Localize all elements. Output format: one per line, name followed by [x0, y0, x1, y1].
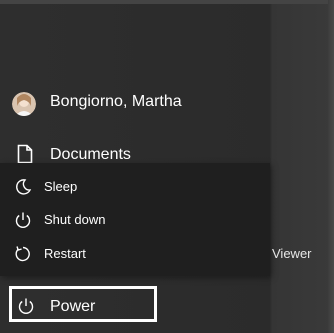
restart-icon — [14, 245, 32, 263]
power-label[interactable]: Power — [50, 298, 95, 316]
start-menu-top-border — [0, 0, 334, 4]
power-flyout: Sleep Shut down Restart — [0, 163, 270, 276]
background-app-label: Viewer — [272, 246, 312, 261]
restart-label: Restart — [44, 246, 86, 261]
sleep-label: Sleep — [44, 179, 78, 194]
start-menu-right-border — [328, 0, 334, 333]
shutdown-menu-item[interactable]: Shut down — [0, 203, 270, 237]
shutdown-label: Shut down — [44, 212, 106, 227]
sleep-menu-item[interactable]: Sleep — [0, 170, 270, 204]
restart-menu-item[interactable]: Restart — [0, 237, 270, 271]
user-name[interactable]: Bongiorno, Martha — [50, 93, 182, 111]
power-icon — [14, 211, 32, 229]
documents-label[interactable]: Documents — [50, 146, 131, 164]
moon-icon — [14, 178, 32, 196]
user-avatar[interactable] — [12, 92, 36, 116]
power-icon — [17, 297, 35, 320]
